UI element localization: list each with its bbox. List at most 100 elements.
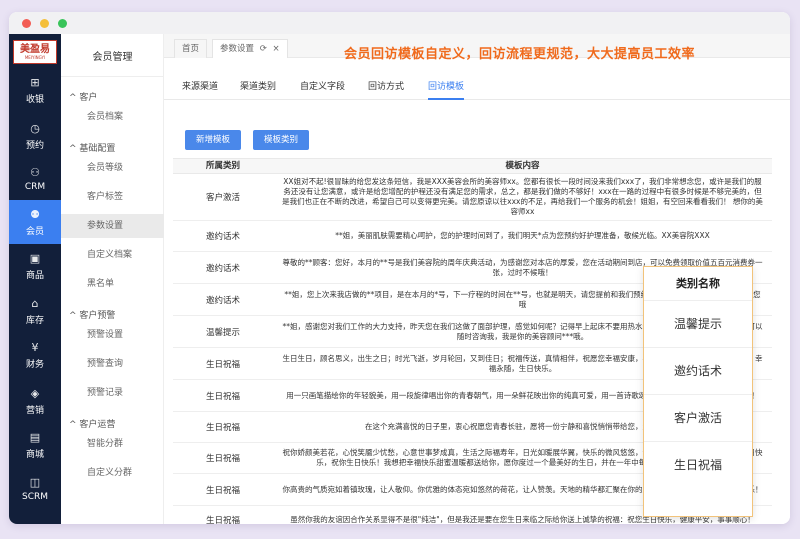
sub-menu-item[interactable]: 黑名单 <box>61 272 164 296</box>
sub-menu-group-label: 客户运营 <box>79 420 116 430</box>
sub-menu-item[interactable]: 自定义分群 <box>61 461 164 485</box>
nav-item-2[interactable]: ⚇ CRM <box>9 157 61 201</box>
sub-menu-item[interactable]: 自定义档案 <box>61 243 164 267</box>
nav-item-label: 收银 <box>25 94 44 105</box>
sub-menu: 会员管理 ^ 客户会员档案 ^ 基础配置会员等级客户标签参数设置自定义档案黑名单 ^… <box>61 34 164 524</box>
cell-category: 邀约话术 <box>205 232 240 242</box>
sub-menu-group[interactable]: ^ 客户运营 <box>69 417 115 430</box>
divider <box>61 76 164 77</box>
template-category-button[interactable]: 模板类别 <box>253 130 310 150</box>
cell-category: 邀约话术 <box>205 263 240 274</box>
sub-menu-item[interactable]: 会员等级 <box>61 156 164 180</box>
cashier-icon: ⊞ <box>30 75 40 89</box>
cell-category: 生日祝福 <box>205 359 240 370</box>
main-nav: 美盈易 MEIYINGYI ⊞ 收银 ◷ 预约 ⚇ CRM ⚉ 会员 ▣ 商品 ⌂ 库存 ¥ 财务 ◈ 营销 ▤… <box>9 34 61 524</box>
sub-menu-item[interactable]: 预警记录 <box>61 381 164 405</box>
nav-item-7[interactable]: ◈ 营销 <box>9 379 61 423</box>
nav-item-4[interactable]: ▣ 商品 <box>9 244 61 288</box>
chevron-up-icon: ^ <box>69 420 80 430</box>
promo-banner-text: 会员回访模板自定义，回访流程更规范，大大提高员工效率 <box>344 47 696 62</box>
scrm-icon: ◫ <box>29 476 41 489</box>
nav-item-5[interactable]: ⌂ 库存 <box>9 289 61 333</box>
cell-category: 生日祝福 <box>205 454 240 464</box>
tab-source-channel[interactable]: 来源渠道 <box>182 74 218 100</box>
sub-menu-title: 会员管理 <box>92 52 133 63</box>
crm-icon: ⚇ <box>30 166 40 179</box>
app-window: 美盈易 MEIYINGYI ⊞ 收银 ◷ 预约 ⚇ CRM ⚉ 会员 ▣ 商品 ⌂ 库存 ¥ 财务 ◈ 营销 ▤… <box>9 12 790 524</box>
marketing-icon: ◈ <box>30 386 40 400</box>
app-logo: 美盈易 MEIYINGYI <box>13 40 57 64</box>
chevron-up-icon: ^ <box>69 144 80 154</box>
column-header-content: 模板内容 <box>505 161 540 171</box>
page-tab-label: 首页 <box>182 44 200 54</box>
inventory-icon: ⌂ <box>31 296 39 310</box>
tab-visit-method[interactable]: 回访方式 <box>368 74 404 100</box>
nav-item-1[interactable]: ◷ 预约 <box>9 114 61 158</box>
column-header-category: 所属类别 <box>205 161 240 171</box>
add-template-button[interactable]: 新增模板 <box>185 130 242 150</box>
logo-subtext: MEIYINGYI <box>24 54 46 60</box>
popup-category-item[interactable]: 温馨提示 <box>644 301 752 348</box>
minimize-window-button[interactable] <box>40 19 49 28</box>
table-row[interactable]: 邀约话术 **姐，美丽肌肤需要精心呵护，您的护理时间到了，我们明天*点为您预约好护… <box>173 221 772 252</box>
clock-icon: ◷ <box>30 121 40 135</box>
sub-menu-item[interactable]: 预警查询 <box>61 352 164 376</box>
popup-category-item[interactable]: 生日祝福 <box>644 442 752 489</box>
popup-header: 类别名称 <box>644 267 752 301</box>
tab-channel-category[interactable]: 渠道类别 <box>240 74 276 100</box>
cell-content: XX姐对不起!很冒昧的给您发这条短信，我是XXX美容会所的美容师xx。您都有很长… <box>282 177 763 216</box>
cell-category: 生日祝福 <box>205 391 240 402</box>
sub-menu-group[interactable]: ^ 客户预警 <box>69 308 115 321</box>
nav-item-label: CRM <box>24 182 46 192</box>
nav-item-label: 预约 <box>25 140 44 151</box>
sub-menu-item[interactable]: 智能分群 <box>61 432 164 456</box>
close-icon[interactable]: × <box>273 44 280 54</box>
nav-item-label: 商品 <box>25 270 44 281</box>
category-popup: 类别名称 温馨提示 邀约话术 客户激活 生日祝福 <box>643 266 753 517</box>
sub-menu-group-label: 基础配置 <box>79 144 116 154</box>
table-row[interactable]: 客户激活 XX姐对不起!很冒昧的给您发这条短信，我是XXX美容会所的美容师xx。您… <box>173 174 772 221</box>
nav-item-label: 财务 <box>25 359 44 370</box>
goods-icon: ▣ <box>29 251 41 265</box>
cell-content: **姐，美丽肌肤需要精心呵护，您的护理时间到了，我们明天*点为您预约好护理准备，… <box>335 231 710 240</box>
popup-category-item[interactable]: 邀约话术 <box>644 348 752 395</box>
nav-item-label: 商城 <box>25 449 44 460</box>
title-bar <box>9 12 790 34</box>
nav-item-3[interactable]: ⚉ 会员 <box>9 200 61 244</box>
close-window-button[interactable] <box>22 19 31 28</box>
nav-item-label: 营销 <box>25 405 44 416</box>
sub-menu-item[interactable]: 预警设置 <box>61 323 164 347</box>
sub-menu-group[interactable]: ^ 基础配置 <box>69 141 115 154</box>
settings-sub-tabs: 来源渠道 渠道类别 自定义字段 回访方式 回访模板 <box>164 74 790 100</box>
cell-category: 生日祝福 <box>205 515 240 525</box>
nav-item-label: 会员 <box>25 226 44 237</box>
sub-menu-group-label: 客户 <box>79 93 98 103</box>
cell-category: 邀约话术 <box>205 295 240 306</box>
mall-icon: ▤ <box>29 430 41 444</box>
cell-category: 客户激活 <box>205 193 240 203</box>
finance-icon: ¥ <box>31 340 39 354</box>
sub-menu-item[interactable]: 参数设置 <box>61 214 164 238</box>
page-tab-label: 参数设置 <box>220 44 255 54</box>
refresh-icon[interactable]: ⟳ <box>260 44 267 54</box>
chevron-up-icon: ^ <box>69 93 80 103</box>
tab-custom-field[interactable]: 自定义字段 <box>300 74 345 100</box>
tab-visit-template[interactable]: 回访模板 <box>428 74 465 100</box>
logo-text: 美盈易 <box>20 43 50 55</box>
cell-category: 温馨提示 <box>205 327 240 338</box>
member-icon: ⚉ <box>30 207 40 221</box>
table-header: 所属类别 模板内容 <box>173 158 772 174</box>
maximize-window-button[interactable] <box>58 19 67 28</box>
popup-category-item[interactable]: 客户激活 <box>644 395 752 442</box>
cell-category: 生日祝福 <box>205 423 240 433</box>
sub-menu-item[interactable]: 会员档案 <box>61 105 164 129</box>
page-tab-settings[interactable]: 参数设置 ⟳ × <box>212 39 288 58</box>
nav-item-8[interactable]: ▤ 商城 <box>9 423 61 467</box>
page-tab-home[interactable]: 首页 <box>174 39 208 58</box>
sub-menu-item[interactable]: 客户标签 <box>61 185 164 209</box>
nav-item-9[interactable]: ◫ SCRM <box>9 467 61 511</box>
nav-item-6[interactable]: ¥ 财务 <box>9 333 61 377</box>
nav-item-0[interactable]: ⊞ 收银 <box>9 68 61 112</box>
sub-menu-group-label: 客户预警 <box>79 311 116 321</box>
sub-menu-group[interactable]: ^ 客户 <box>69 90 97 103</box>
